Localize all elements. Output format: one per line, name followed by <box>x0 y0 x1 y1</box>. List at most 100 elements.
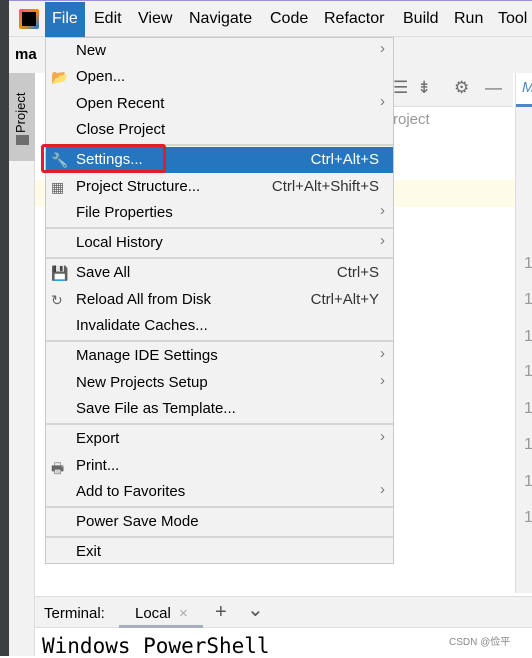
menu-item-manage-ide-settings[interactable]: Manage IDE Settings › <box>46 343 393 369</box>
expand-all-icon[interactable]: ☰ <box>393 78 408 98</box>
line-number: 1 <box>524 291 532 308</box>
menu-bar: File Edit View Navigate Code Refactor Bu… <box>9 0 532 37</box>
menu-item-label: Save File as Template... <box>76 399 236 417</box>
menu-item-label: Add to Favorites <box>76 482 186 500</box>
project-toolbar: ☰ ⇟ ⚙ — <box>393 73 513 107</box>
menu-separator <box>46 506 393 509</box>
menu-code[interactable]: Code <box>270 10 308 28</box>
menu-edit[interactable]: Edit <box>94 10 122 28</box>
menu-view[interactable]: View <box>138 10 172 28</box>
menu-separator <box>46 227 393 230</box>
menu-item-add-to-favorites[interactable]: Add to Favorites › <box>46 479 393 505</box>
menu-refactor[interactable]: Refactor <box>324 10 384 28</box>
minimize-icon[interactable]: — <box>485 78 502 98</box>
menu-item-close-project[interactable]: Close Project <box>46 117 393 143</box>
menu-item-new-projects-setup[interactable]: New Projects Setup › <box>46 370 393 396</box>
menu-item-reload-all-from-disk[interactable]: ↻ Reload All from Disk Ctrl+Alt+Y <box>46 287 393 313</box>
terminal-output: Windows PowerShell <box>42 634 270 658</box>
line-number: 1 <box>524 436 532 453</box>
menu-item-local-history[interactable]: Local History › <box>46 230 393 256</box>
menu-item-label: Open... <box>76 68 126 86</box>
collapse-all-icon[interactable]: ⇟ <box>417 78 431 98</box>
menu-item-open-recent[interactable]: Open Recent › <box>46 91 393 117</box>
menu-separator <box>46 536 393 539</box>
menu-item-project-structure[interactable]: ▦ Project Structure... Ctrl+Alt+Shift+S <box>46 174 393 200</box>
menu-item-power-save-mode[interactable]: Power Save Mode <box>46 509 393 535</box>
chevron-right-icon: › <box>380 92 385 110</box>
line-number: 1 <box>524 328 532 345</box>
menu-item-save-file-as-template[interactable]: Save File as Template... <box>46 396 393 422</box>
menu-item-export[interactable]: Export › <box>46 426 393 452</box>
menu-item-label: Save All <box>76 264 131 282</box>
gear-icon[interactable]: ⚙ <box>454 78 469 98</box>
tab-label: Local <box>135 605 171 622</box>
menu-build[interactable]: Build <box>403 10 439 28</box>
menu-item-label: New <box>76 42 107 59</box>
line-number: 1 <box>524 400 532 417</box>
menu-item-label: Project Structure... <box>76 177 201 195</box>
menu-item-label: Reload All from Disk <box>76 290 212 308</box>
menu-run[interactable]: Run <box>454 10 483 28</box>
chevron-right-icon: › <box>380 371 385 389</box>
project-tool-tab[interactable]: Project <box>9 73 35 161</box>
menu-item-label: New Projects Setup <box>76 373 208 391</box>
chevron-right-icon: › <box>380 232 385 250</box>
shortcut: Ctrl+S <box>336 264 379 282</box>
menu-item-label: Power Save Mode <box>76 513 199 531</box>
chevron-right-icon: › <box>380 480 385 498</box>
menu-item-label: Invalidate Caches... <box>76 317 208 334</box>
shortcut: Ctrl+Alt+Shift+S <box>271 177 379 195</box>
project-structure-icon: ▦ <box>51 178 65 195</box>
editor-gutter: M 1 1 1 1 1 1 1 1 <box>515 73 532 593</box>
menu-item-label: Open Recent <box>76 94 165 112</box>
menu-item-label: Exit <box>76 543 102 561</box>
menu-item-print[interactable]: 🖶 Print... <box>46 453 393 479</box>
chevron-right-icon: › <box>380 428 385 446</box>
menu-separator <box>46 257 393 260</box>
intellij-logo-icon <box>19 9 39 29</box>
line-number: 1 <box>524 509 532 526</box>
chevron-right-icon: › <box>380 345 385 363</box>
terminal-tab-local[interactable]: Local × <box>119 597 203 628</box>
line-number: 1 <box>524 255 532 272</box>
menu-item-label: Close Project <box>76 120 166 138</box>
menu-item-label: File Properties <box>76 203 173 221</box>
terminal-label: Terminal: <box>44 605 105 622</box>
editor-hint: roject <box>393 111 430 128</box>
menu-item-invalidate-caches[interactable]: Invalidate Caches... <box>46 313 393 339</box>
editor-tab[interactable]: M <box>516 73 532 107</box>
chevron-right-icon: › <box>380 40 385 57</box>
watermark: CSDN @俭平 <box>449 637 511 648</box>
chevron-down-icon[interactable]: ⌄ <box>247 597 264 622</box>
shortcut: Ctrl+Alt+Y <box>310 290 379 308</box>
menu-separator <box>46 423 393 426</box>
menu-item-label: Manage IDE Settings <box>76 347 218 365</box>
line-number: 1 <box>524 363 532 380</box>
file-menu: New › 📂 Open... Open Recent › Close Project 🔧 Se… <box>45 37 394 564</box>
folder-icon <box>16 135 29 145</box>
tool-window-strip: Project <box>9 73 35 656</box>
menu-item-label: Print... <box>76 456 120 474</box>
menu-item-open[interactable]: 📂 Open... <box>46 64 393 90</box>
menu-item-save-all[interactable]: 💾 Save All Ctrl+S <box>46 260 393 286</box>
line-number: 1 <box>524 473 532 490</box>
terminal-header: Terminal: Local × + ⌄ <box>35 596 532 628</box>
menu-item-label: Export <box>76 430 120 448</box>
save-icon: 💾 <box>51 265 69 282</box>
project-name[interactable]: ma <box>15 46 37 63</box>
reload-icon: ↻ <box>51 291 63 308</box>
window-edge <box>0 0 9 656</box>
add-tab-icon[interactable]: + <box>215 601 227 624</box>
menu-file[interactable]: File <box>45 2 85 37</box>
menu-item-label: Local History <box>76 234 163 252</box>
close-icon[interactable]: × <box>179 605 188 622</box>
folder-open-icon: 📂 <box>51 69 69 86</box>
menu-separator <box>46 340 393 343</box>
project-tab-label: Project <box>13 92 28 133</box>
menu-navigate[interactable]: Navigate <box>189 10 252 28</box>
menu-item-new[interactable]: New › <box>46 38 393 64</box>
menu-tools[interactable]: Tool <box>498 10 527 28</box>
shortcut: Ctrl+Alt+S <box>310 151 379 169</box>
menu-item-exit[interactable]: Exit <box>46 539 393 565</box>
menu-item-file-properties[interactable]: File Properties › <box>46 200 393 226</box>
